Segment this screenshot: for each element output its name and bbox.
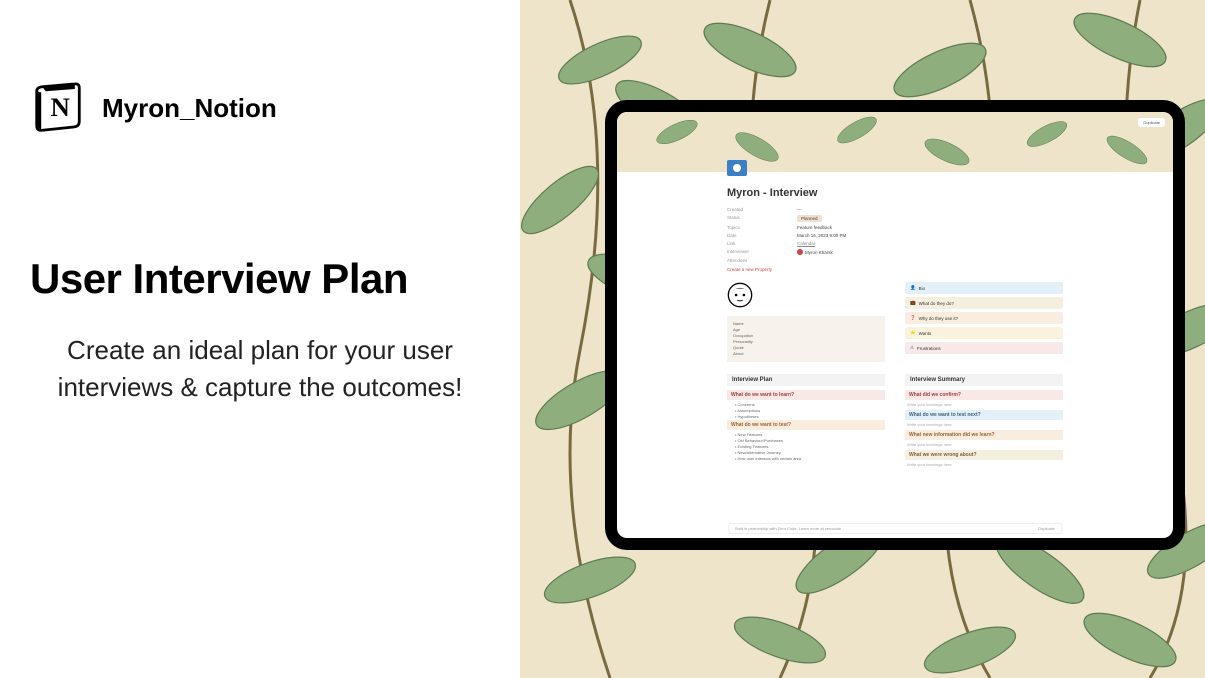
callout-bio[interactable]: 👤Bio [905, 282, 1063, 294]
page-title: Myron - Interview [727, 187, 1063, 199]
page-headline: User Interview Plan [30, 256, 490, 302]
footer-bar: Built in partnership with Zero Code. Lea… [728, 523, 1062, 534]
page-icon[interactable] [727, 160, 747, 176]
page-subtext: Create an ideal plan for your user inter… [30, 332, 490, 405]
brand-name: Myron_Notion [102, 93, 277, 124]
summary-q1[interactable]: What did we confirm? [905, 390, 1063, 400]
summary-q4[interactable]: What we were wrong about? [905, 450, 1063, 460]
summary-q2[interactable]: What do we want to test next? [905, 410, 1063, 420]
duplicate-button-top[interactable]: Duplicate [1138, 118, 1165, 127]
page-cover: Duplicate [617, 112, 1173, 172]
prop-created: Created— [727, 207, 1063, 212]
callout-wants[interactable]: ⭐Wants [905, 327, 1063, 339]
add-property-button[interactable]: Create a new Property [727, 267, 1063, 272]
svg-text:N: N [51, 92, 71, 122]
plan-q1[interactable]: What do we want to learn? [727, 390, 885, 400]
prop-interviewer: InterviewerMyron Kharsk [727, 249, 1063, 255]
callout-frustrations[interactable]: ⚠Frustrations [905, 342, 1063, 354]
interview-summary-column: Interview Summary What did we confirm? W… [905, 374, 1063, 470]
callout-why-use[interactable]: ❓Why do they use it? [905, 312, 1063, 324]
avatar-icon [797, 249, 803, 255]
page-body: Myron - Interview Created— StatusPlanned… [617, 172, 1173, 538]
prop-date: DateMarch 16, 2023 9:00 PM [727, 233, 1063, 238]
summary-q3[interactable]: What new information did we learn? [905, 430, 1063, 440]
brand-row: N Myron_Notion [30, 80, 490, 136]
callout-what-do[interactable]: 💼What do they do? [905, 297, 1063, 309]
left-panel: N Myron_Notion User Interview Plan Creat… [0, 0, 520, 678]
prop-topics: TopicsFeature feedback [727, 225, 1063, 230]
interview-plan-column: Interview Plan What do we want to learn?… [727, 374, 885, 470]
footer-duplicate-button[interactable]: Duplicate [1038, 526, 1055, 531]
tablet-screen: Duplicate Myron - Interview Created— Sta… [617, 112, 1173, 538]
prop-link: LinkCalendar [727, 241, 1063, 246]
notion-logo-icon: N [30, 80, 86, 136]
table-of-contents[interactable]: Name Age Occupation Personality Quote Ab… [727, 316, 885, 362]
right-panel: Duplicate Myron - Interview Created— Sta… [520, 0, 1205, 678]
persona-avatar-icon [727, 282, 753, 308]
tablet-frame: Duplicate Myron - Interview Created— Sta… [605, 100, 1185, 550]
mid-section: Name Age Occupation Personality Quote Ab… [727, 282, 1063, 362]
plan-q2[interactable]: What do we want to test? [727, 420, 885, 430]
summary-heading: Interview Summary [905, 374, 1063, 386]
plan-heading: Interview Plan [727, 374, 885, 386]
bottom-columns: Interview Plan What do we want to learn?… [727, 374, 1063, 470]
prop-status: StatusPlanned [727, 215, 1063, 222]
footer-text: Built in partnership with Zero Code. Lea… [735, 526, 841, 531]
page-properties: Created— StatusPlanned TopicsFeature fee… [727, 207, 1063, 272]
prop-attendees: Attendees [727, 258, 1063, 263]
